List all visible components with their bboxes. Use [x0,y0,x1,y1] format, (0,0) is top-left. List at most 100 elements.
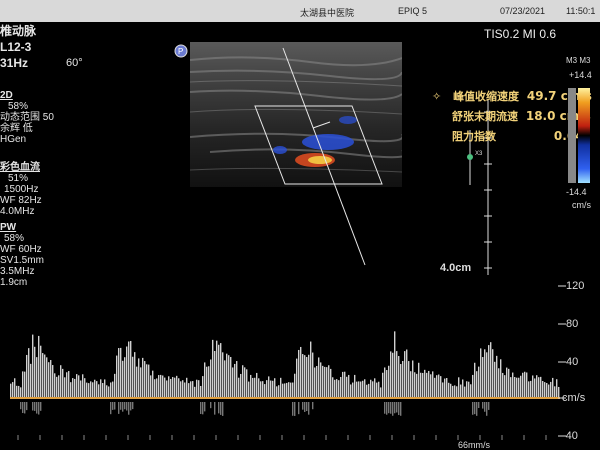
doppler-tick-label: 40 [566,356,578,368]
spectrum-sample [40,402,41,411]
spectrum-sample [442,382,443,398]
doppler-tick-label: 120 [566,280,584,292]
spectrum-sample [148,365,149,398]
spectrum-sample [302,354,303,398]
params-color-prf: 1500Hz [0,184,42,195]
spectrum-sample [34,347,35,398]
spectrum-sample [444,379,445,398]
spectrum-sample [312,402,313,409]
spectrum-sample [216,341,217,398]
spectrum-sample [492,349,493,398]
spectrum-sample [136,367,137,398]
spectrum-sample [318,357,319,398]
spectrum-sample [536,375,537,398]
colorbar-label: M3 M3 [566,56,590,65]
spectrum-sample [32,402,33,411]
spectrum-sample [328,365,329,398]
spectrum-sample [422,373,423,398]
spectrum-sample [48,362,49,398]
spectrum-sample [352,383,353,398]
params-2d-gain: 58% [0,101,54,112]
spectrum-sample [426,373,427,398]
spectrum-sample [24,402,25,413]
spectrum-sample [484,402,485,412]
spectrum-sample [522,373,523,398]
spectrum-sample [122,361,123,398]
spectrum-sample [112,402,113,410]
params-2d-dr: 动态范围 50 [0,112,54,123]
spectrum-sample [20,387,21,398]
spectrum-sample [384,367,385,398]
spectrum-sample [156,378,157,398]
spectrum-sample [390,351,391,398]
measurement-label: 阻力指数 [452,130,496,143]
spectrum-sample [424,370,425,398]
depth-readout: 4.0cm [440,262,471,274]
spectrum-sample [78,375,79,398]
spectrum-sample [304,402,305,412]
spectrum-sample [460,385,461,398]
exam-date: 07/23/2021 [500,6,545,16]
spectrum-sample [22,402,23,413]
spectrum-sample [518,378,519,398]
spectrum-sample [388,402,389,413]
tis-mi-readout: TIS0.2 MI 0.6 [484,27,556,41]
frame-rate: 31Hz [0,58,28,69]
spectrum-sample [398,402,399,415]
params-2d-head: 2D [0,90,54,101]
spectrum-sample [286,383,287,398]
spectrum-sample [386,370,387,398]
spectrum-sample [222,352,223,398]
crosshair-icon: ✧ [432,90,441,103]
spectrum-sample [164,378,165,398]
spectrum-sample [124,402,125,409]
spectrum-sample [192,381,193,398]
spectrum-sample [176,376,177,398]
spectrum-sample [88,383,89,398]
params-2d: 2D 58% 动态范围 50 余辉 低 HGen [0,90,54,145]
spectrum-sample [482,357,483,398]
spectrum-sample [476,371,477,398]
spectrum-sample [468,382,469,398]
spectrum-sample [532,375,533,398]
spectrum-sample [378,382,379,398]
spectrum-sample [304,355,305,398]
spectrum-sample [382,373,383,398]
spectrum-sample [150,375,151,398]
focus-marker-icon[interactable] [467,154,473,160]
params-pw-gain: 58% [0,233,44,244]
spectrum-sample [12,382,13,398]
spectrum-sample [322,366,323,398]
spectrum-sample [272,381,273,398]
b-mode-image [190,42,402,187]
spectrum-sample [520,376,521,398]
colorbar-bottom: -14.4 [566,187,587,197]
spectrum-sample [270,381,271,398]
spectrum-sample [408,361,409,398]
spectrum-sample [276,386,277,398]
status-bar: 太湖县中医院 EPIQ 5 07/23/2021 11:50:1 [0,0,600,22]
params-color-gain: 51% [0,173,42,184]
spectrum-sample [22,371,23,398]
spectrum-sample [32,335,33,398]
spectrum-sample [334,380,335,398]
spectrum-sample [186,378,187,398]
spectrum-sample [324,367,325,398]
sweep-speed: 66mm/s [458,440,490,450]
spectrum-sample [336,379,337,398]
params-color-wf: WF 82Hz [0,195,42,206]
spectrum-sample [114,402,115,410]
spectrum-sample [292,402,293,416]
spectrum-sample [254,378,255,398]
spectrum-sample [86,383,87,398]
spectrum-sample [184,382,185,398]
spectrum-sample [36,357,37,398]
spectrum-sample [24,372,25,398]
spectrum-sample [330,369,331,398]
spectrum-sample [10,384,11,398]
params-pw-sv: SV1.5mm [0,255,44,266]
spectrum-sample [482,402,483,409]
spectrum-sample [242,365,243,398]
spectrum-sample [360,382,361,398]
spectrum-sample [210,359,211,398]
